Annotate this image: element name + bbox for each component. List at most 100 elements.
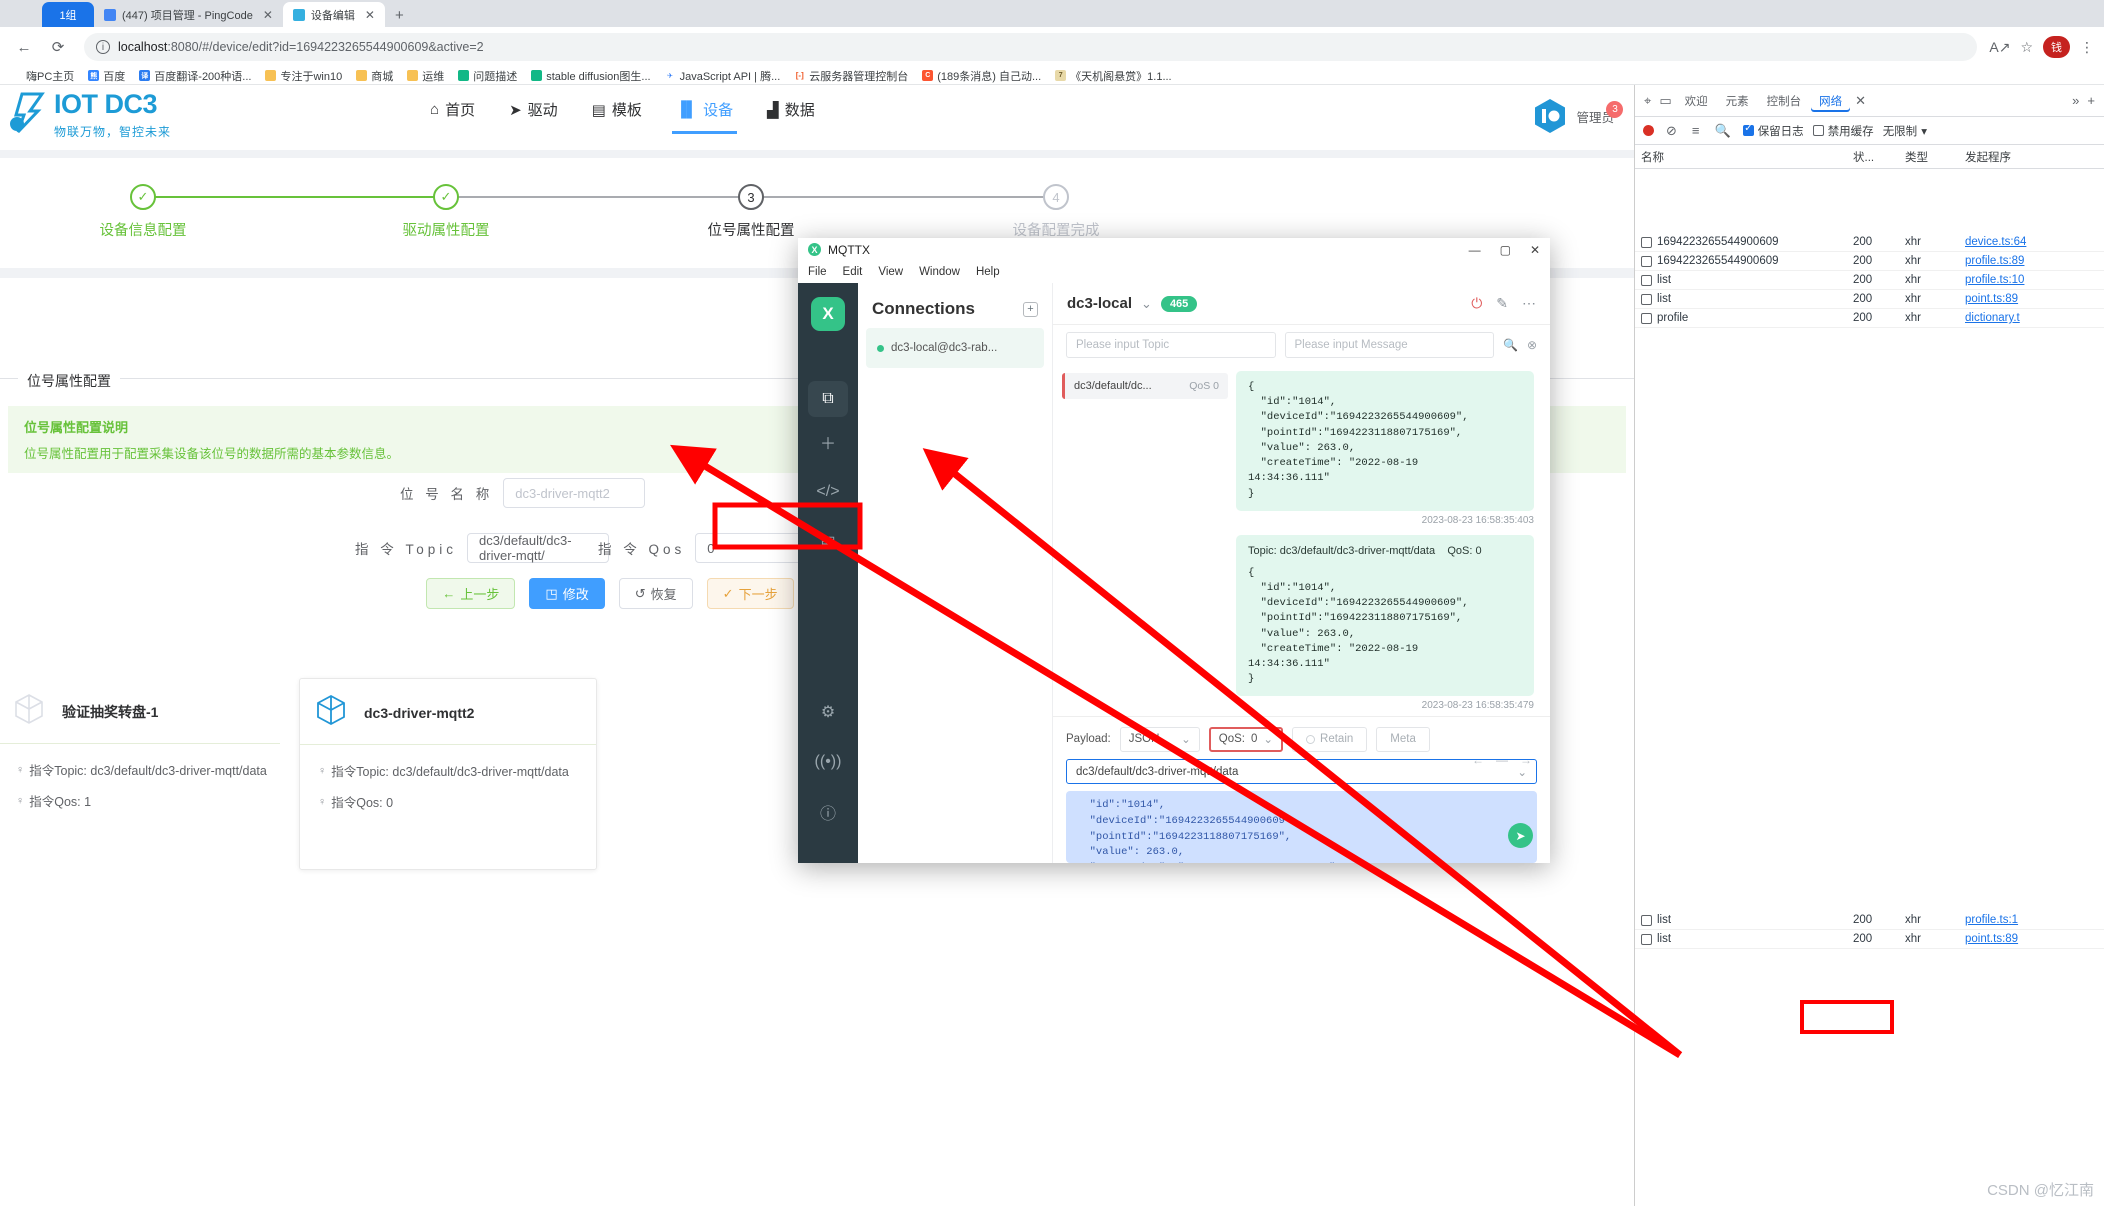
checkbox-icon[interactable] [1641,914,1652,926]
row-initiator[interactable]: profile.ts:10 [1959,274,2104,286]
nav-item-device[interactable]: ▐▌ 设备 [671,99,738,134]
row-initiator[interactable]: profile.ts:89 [1959,255,2104,267]
bookmark-item[interactable]: 专注于win10 [258,68,349,84]
next-payload-icon[interactable]: → [1520,753,1532,767]
devtools-tab-console[interactable]: 控制台 [1759,90,1810,112]
clear-filter-icon[interactable]: ⊗ [1527,338,1537,352]
log-icon[interactable]: ▤ [808,517,848,567]
preserve-log-checkbox[interactable]: 保留日志 [1742,123,1804,139]
bookmark-item[interactable]: ✈ JavaScript API | 腾... [658,68,788,84]
meta-button[interactable]: Meta [1376,726,1430,752]
site-info-icon[interactable]: i [96,40,110,54]
table-row[interactable]: list 200 xhr profile.ts:1 [1635,911,2104,930]
bookmark-star-icon[interactable]: ☆ [2020,39,2033,56]
reset-button[interactable]: ↺ 恢复 [618,578,693,609]
browser-tab-pinned[interactable]: 1组 [42,2,94,27]
add-tab-icon[interactable]: + [2084,93,2098,108]
prev-step-button[interactable]: ← 上一步 [426,578,516,609]
close-icon[interactable]: ✕ [1530,243,1540,257]
bookmark-item[interactable]: 运维 [400,68,451,84]
next-step-button[interactable]: ✓ 下一步 [706,578,794,609]
bookmark-item[interactable]: 嗨PC主页 [4,68,81,84]
profile-avatar[interactable]: 钱 [2043,36,2070,58]
message-filter-input[interactable]: Please input Message [1284,332,1494,358]
publish-topic-input[interactable]: dc3/default/dc3-driver-mqtt/data ⌄ [1066,759,1537,784]
bookmark-item[interactable]: [-] 云服务器管理控制台 [787,68,915,84]
devtools-tab-welcome[interactable]: 欢迎 [1677,90,1716,112]
modify-button[interactable]: ◳ 修改 [529,578,605,609]
command-topic-input[interactable]: dc3/default/dc3-driver-mqtt/ [467,533,610,563]
point-name-input[interactable]: dc3-driver-mqtt2 [503,478,646,508]
edit-icon[interactable]: ✎ [1496,295,1508,312]
row-initiator[interactable]: dictionary.t [1959,312,2104,324]
checkbox-icon[interactable] [1641,274,1652,286]
search-icon[interactable]: 🔍 [1712,123,1734,139]
inspect-element-icon[interactable]: ⌖ [1641,93,1654,109]
table-row[interactable]: list 200 xhr profile.ts:10 [1635,271,2104,290]
search-icon[interactable]: 🔍 [1503,338,1518,352]
more-icon[interactable]: ⋯ [1522,295,1536,312]
broadcast-icon[interactable]: ((•)) [808,737,848,787]
bookmark-item[interactable]: 问题描述 [451,68,524,84]
row-initiator[interactable]: profile.ts:1 [1959,914,2104,926]
qos-select[interactable]: QoS: 0 ⌄ [1208,726,1284,752]
bookmark-item[interactable]: 7 《天机阁悬赏》1.1... [1048,68,1178,84]
prev-payload-icon[interactable]: ← [1472,753,1484,767]
nav-item-template[interactable]: ▤ 模板 [592,99,642,134]
throttle-select[interactable]: 无限制 ▾ [1883,123,1927,139]
back-icon[interactable]: ← [10,33,38,61]
bookmark-item[interactable]: 熊百度 [81,68,132,84]
checkbox-icon[interactable] [1641,312,1652,324]
messages-list[interactable]: { "id":"1014", "deviceId":"1694223265544… [1228,365,1550,716]
table-row[interactable]: list 200 xhr point.ts:89 [1635,290,2104,309]
menu-view[interactable]: View [878,266,903,278]
send-message-button[interactable]: ➤ [1508,823,1533,848]
bookmark-item[interactable]: 商城 [349,68,400,84]
minimize-icon[interactable]: ― [1469,243,1481,257]
address-bar[interactable]: i localhost:8080/#/device/edit?id=169422… [84,33,1978,61]
row-initiator[interactable]: point.ts:89 [1959,933,2104,945]
payload-format-select[interactable]: JSON ⌄ [1119,726,1200,752]
record-icon[interactable] [1643,125,1654,136]
new-tab-button[interactable]: + [385,7,414,24]
nav-item-data[interactable]: ▟ 数据 [767,99,815,134]
collapse-icon[interactable]: ― [1496,753,1508,767]
network-table-body[interactable]: 1694223265544900609 200 xhr device.ts:64… [1635,233,2104,1206]
close-icon[interactable]: ✕ [365,8,375,22]
close-icon[interactable]: ✕ [263,8,273,22]
nav-item-driver[interactable]: ➤ 驱动 [509,99,558,134]
chevron-down-icon[interactable]: ⌄ [1141,296,1152,312]
browser-tab-pingcode[interactable]: (447) 项目管理 - PingCode ✕ [94,2,283,27]
publish-payload-editor[interactable]: "id":"1014", "deviceId":"169422326554490… [1066,791,1537,863]
about-icon[interactable]: ⓘ [808,787,848,837]
app-logo[interactable]: IOT DC3 物联万物，智控未来 [8,91,171,140]
disable-cache-checkbox[interactable]: 禁用缓存 [1812,123,1874,139]
maximize-icon[interactable]: ▢ [1500,243,1511,257]
menu-icon[interactable]: ⋮ [2080,39,2094,56]
disconnect-icon[interactable]: ⏻ [1471,295,1482,312]
subscription-item[interactable]: dc3/default/dc... QoS 0 [1062,373,1228,399]
close-icon[interactable]: ✕ [1852,93,1869,109]
point-card-1[interactable]: 验证抽奖转盘-1 ♀ 指令Topic: dc3/default/dc3-drive… [0,678,280,826]
browser-tab-device-edit[interactable]: 设备编辑 ✕ [282,2,385,27]
clear-icon[interactable]: ⊘ [1663,123,1680,139]
devtools-tab-elements[interactable]: 元素 [1718,90,1757,112]
new-connection-icon[interactable]: ＋ [808,417,848,467]
topic-filter-input[interactable]: Please input Topic [1066,332,1276,358]
bookmark-item[interactable]: C (189条消息) 自己动... [915,68,1048,84]
connections-icon[interactable]: ⧉ [808,381,848,417]
add-connection-icon[interactable]: + [1023,301,1038,317]
table-row[interactable]: 1694223265544900609 200 xhr profile.ts:8… [1635,252,2104,271]
table-row[interactable]: list 200 xhr point.ts:89 [1635,930,2104,949]
menu-window[interactable]: Window [919,266,960,278]
menu-edit[interactable]: Edit [843,266,863,278]
checkbox-icon[interactable] [1641,236,1652,248]
script-icon[interactable]: </> [808,467,848,517]
devtools-tab-network[interactable]: 网络 [1811,90,1850,112]
more-tabs-icon[interactable]: » [2069,93,2082,108]
retain-toggle[interactable]: Retain [1292,726,1368,752]
row-initiator[interactable]: device.ts:64 [1959,236,2104,248]
checkbox-icon[interactable] [1641,933,1652,945]
table-row[interactable]: 1694223265544900609 200 xhr device.ts:64 [1635,233,2104,252]
bookmark-item[interactable]: 译百度翻译-200种语... [132,68,258,84]
